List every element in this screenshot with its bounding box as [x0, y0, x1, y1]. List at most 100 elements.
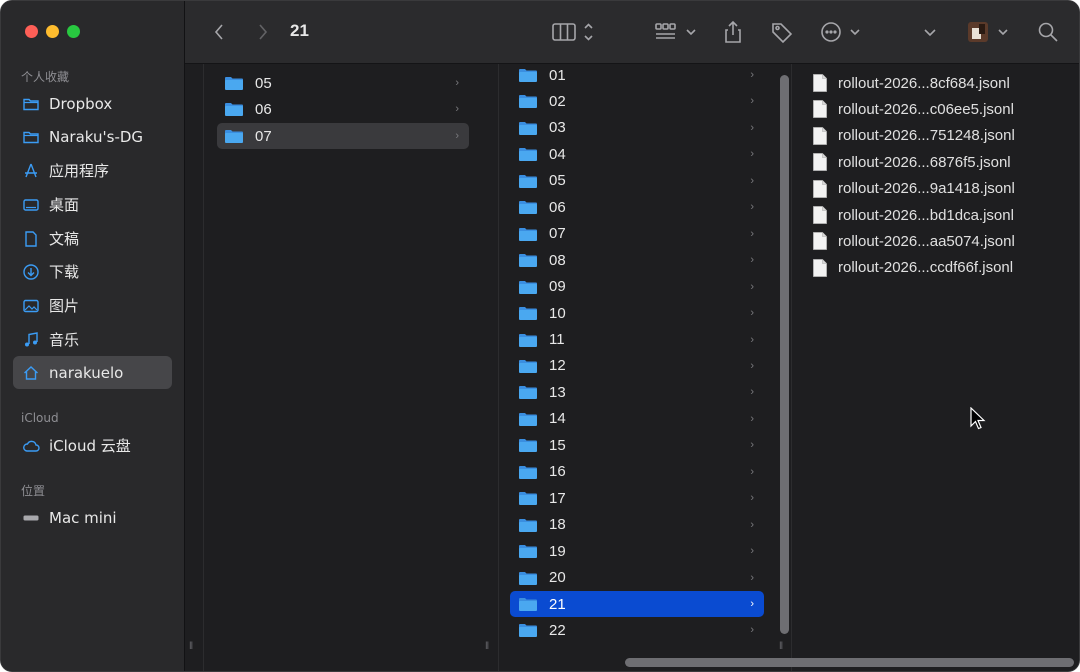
folder-icon — [519, 200, 537, 215]
folder-icon — [519, 544, 537, 559]
sidebar-item-icloud-drive[interactable]: iCloud 云盘 — [13, 429, 172, 462]
computer-icon — [21, 508, 41, 528]
file-row[interactable]: rollout-2026...bd1dca.jsonl — [813, 202, 1014, 228]
folder-row-19[interactable]: 19 › — [510, 538, 764, 564]
chevron-right-icon: › — [455, 130, 459, 142]
sidebar-item-downloads[interactable]: 下载 — [13, 255, 172, 288]
share-icon — [725, 20, 741, 43]
sidebar-item-label: Naraku's-DG — [49, 127, 144, 146]
chevron-right-icon: › — [750, 412, 754, 425]
window-controls — [25, 25, 80, 38]
profile-button[interactable] — [965, 19, 1013, 45]
folder-row-02[interactable]: 02 › — [510, 88, 764, 114]
chevron-right-icon: › — [750, 624, 754, 637]
horizontal-scrollbar[interactable] — [625, 658, 1074, 667]
chevron-right-icon: › — [750, 69, 754, 81]
folder-row-06[interactable]: 06 › — [217, 96, 469, 122]
file-row[interactable]: rollout-2026...9a1418.jsonl — [813, 176, 1015, 202]
tag-button[interactable] — [769, 19, 795, 45]
applications-icon — [21, 161, 41, 181]
forward-button[interactable] — [251, 19, 275, 45]
chevron-right-icon: › — [750, 598, 754, 610]
minimize-button[interactable] — [46, 25, 59, 38]
sidebar-item-music[interactable]: 音乐 — [13, 323, 172, 356]
file-row[interactable]: rollout-2026...8cf684.jsonl — [813, 70, 1010, 96]
file-row-label: rollout-2026...ccdf66f.jsonl — [838, 259, 1014, 277]
file-row[interactable]: rollout-2026...aa5074.jsonl — [813, 228, 1015, 254]
sidebar-item-desktop[interactable]: 桌面 — [13, 188, 172, 221]
column-collapsed — [185, 64, 204, 671]
close-button[interactable] — [25, 25, 38, 38]
sidebar-item-naraku-dg[interactable]: Naraku's-DG — [13, 120, 172, 153]
sidebar-item-label: 音乐 — [49, 331, 80, 349]
file-row[interactable]: rollout-2026...6876f5.jsonl — [813, 149, 1011, 175]
sidebar-item-label: 桌面 — [49, 196, 80, 214]
file-row[interactable]: rollout-2026...c06ee5.jsonl — [813, 96, 1014, 122]
folder-row-16[interactable]: 16 › — [510, 459, 764, 485]
sidebar-item-label: 应用程序 — [49, 162, 110, 180]
folder-row-05[interactable]: 05 › — [217, 70, 469, 96]
folder-row-07[interactable]: 07 › — [510, 221, 764, 247]
sidebar-item-label: Dropbox — [49, 94, 113, 113]
sidebar-item-documents[interactable]: 文稿 — [13, 222, 172, 255]
share-button[interactable] — [721, 19, 745, 45]
sidebar-item-mac-mini[interactable]: Mac mini — [13, 501, 172, 534]
column-files: rollout-2026...8cf684.jsonl rollout-2026.… — [793, 64, 1079, 671]
folder-row-14[interactable]: 14 › — [510, 406, 764, 432]
folder-icon — [519, 94, 537, 109]
sidebar-item-applications[interactable]: 应用程序 — [13, 154, 172, 187]
chevron-right-icon: › — [750, 227, 754, 240]
folder-row-03[interactable]: 03 › — [510, 115, 764, 141]
desktop-icon — [21, 195, 41, 215]
folder-icon — [519, 174, 537, 188]
folder-row-15[interactable]: 15 › — [510, 432, 764, 458]
folder-row-13[interactable]: 13 › — [510, 379, 764, 405]
sidebar-item-pictures[interactable]: 图片 — [13, 289, 172, 322]
folder-row-05[interactable]: 05 › — [510, 168, 764, 194]
folder-row-17[interactable]: 17 › — [510, 485, 764, 511]
search-button[interactable] — [1035, 19, 1061, 45]
more-actions-button[interactable] — [819, 19, 865, 45]
sidebar-item-dropbox[interactable]: Dropbox — [13, 87, 172, 120]
file-row-label: rollout-2026...8cf684.jsonl — [838, 74, 1010, 92]
column-resize-handle[interactable]: ǁ — [485, 641, 489, 652]
folder-row-11[interactable]: 11 › — [510, 327, 764, 353]
folder-row-01[interactable]: 01 › — [510, 62, 764, 88]
column-months: 05 › 06 › 07 › — [205, 64, 499, 671]
chevron-right-icon: › — [750, 545, 754, 558]
sidebar: 个人收藏 Dropbox Naraku's-DG 应用程序 桌面 文稿 下载 图… — [1, 1, 185, 671]
folder-icon — [21, 94, 41, 114]
folder-icon — [519, 412, 537, 426]
folder-row-label: 14 — [549, 410, 566, 428]
view-mode-button[interactable] — [551, 19, 599, 45]
folder-icon — [519, 518, 537, 532]
folder-row-07[interactable]: 07 › — [217, 123, 469, 149]
folder-row-09[interactable]: 09 › — [510, 274, 764, 300]
finder-window: 个人收藏 Dropbox Naraku's-DG 应用程序 桌面 文稿 下载 图… — [0, 0, 1080, 672]
overflow-button[interactable] — [919, 19, 941, 45]
folder-row-10[interactable]: 10 › — [510, 300, 764, 326]
group-button[interactable] — [654, 19, 700, 45]
back-button[interactable] — [207, 19, 231, 45]
column-days: 01 › 02 › 03 › 04 › 05 › 06 › 07 › 08 › 09 › 10 › 11 › 12 › 13 › 1… — [500, 62, 792, 671]
folder-row-06[interactable]: 06 › — [510, 194, 764, 220]
folder-row-label: 04 — [549, 145, 566, 163]
sidebar-item-home[interactable]: narakuelo — [13, 356, 172, 389]
folder-row-04[interactable]: 04 › — [510, 141, 764, 167]
folder-icon — [519, 438, 537, 453]
folder-icon — [225, 129, 243, 143]
folder-row-22[interactable]: 22 › — [510, 617, 764, 643]
folder-row-08[interactable]: 08 › — [510, 247, 764, 273]
folder-row-21[interactable]: 21 › — [510, 591, 764, 617]
zoom-button[interactable] — [67, 25, 80, 38]
sidebar-item-label: 下载 — [49, 263, 80, 281]
folder-row-18[interactable]: 18 › — [510, 512, 764, 538]
folder-row-20[interactable]: 20 › — [510, 565, 764, 591]
folder-row-12[interactable]: 12 › — [510, 353, 764, 379]
folder-row-label: 06 — [255, 100, 272, 118]
vertical-scrollbar[interactable] — [780, 75, 789, 634]
column-resize-handle[interactable]: ǁ — [189, 641, 193, 652]
file-row[interactable]: rollout-2026...751248.jsonl — [813, 123, 1015, 149]
column-resize-handle[interactable]: ǁ — [779, 641, 783, 652]
file-row[interactable]: rollout-2026...ccdf66f.jsonl — [813, 255, 1013, 281]
